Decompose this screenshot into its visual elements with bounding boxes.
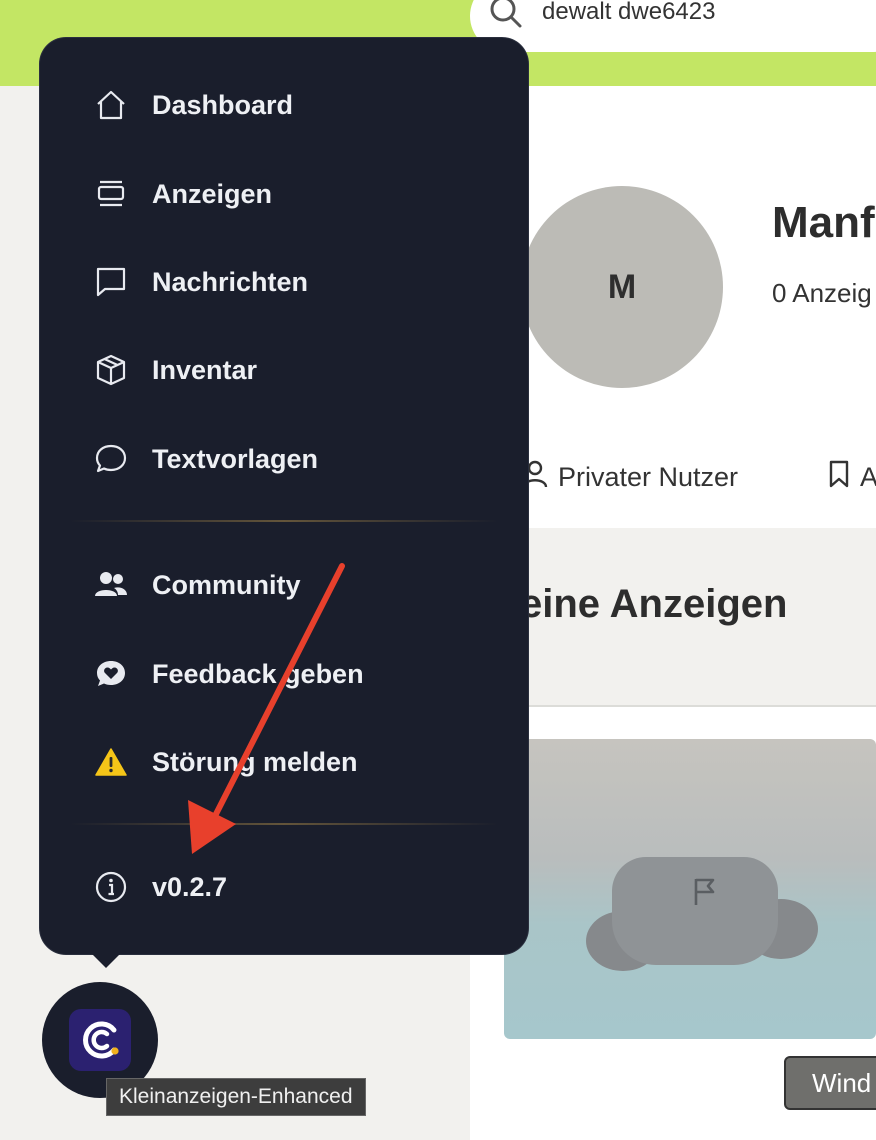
menu-item-label: Dashboard [152,89,294,120]
listing-count: 0 Anzeig [772,278,872,308]
extension-menu: Dashboard Anzeigen Nachrichten Inventar … [40,38,528,954]
menu-item-textvorlagen[interactable]: Textvorlagen [94,434,318,484]
user-type: Privater Nutzer [522,460,738,495]
listings-icon [94,177,128,211]
menu-item-label: Feedback geben [152,658,364,689]
menu-item-label: Community [152,569,301,600]
follow-label: A [860,462,876,492]
menu-separator [70,823,498,825]
user-type-label: Privater Nutzer [558,462,739,492]
avatar: M [521,186,723,388]
search-input[interactable]: dewalt dwe6423 [542,0,715,26]
follow-button[interactable]: A [828,460,876,495]
menu-item-label: Textvorlagen [152,443,319,474]
search-icon [488,0,524,37]
message-icon [94,265,128,299]
menu-item-label: Anzeigen [152,178,273,209]
menu-item-feedback[interactable]: Feedback geben [94,649,364,699]
users-icon [94,568,128,602]
menu-item-label: v0.2.7 [152,871,228,902]
section-title: eine Anzeigen [520,582,788,626]
menu-item-community[interactable]: Community [94,560,301,610]
menu-item-label: Nachrichten [152,266,309,297]
listing-button[interactable]: Wind [784,1056,876,1110]
menu-item-nachrichten[interactable]: Nachrichten [94,257,308,307]
profile-name: Manf [772,198,875,247]
menu-item-label: Störung melden [152,746,358,777]
menu-caret [90,952,122,968]
listing-image[interactable] [504,739,876,1039]
info-icon [94,870,128,904]
warning-icon [94,745,128,779]
box-icon [94,353,128,387]
divider [504,705,876,707]
heart-bubble-icon [94,657,128,691]
menu-item-version[interactable]: v0.2.7 [94,862,227,912]
menu-separator [70,520,498,522]
menu-item-anzeigen[interactable]: Anzeigen [94,169,272,219]
extension-tooltip: Kleinanzeigen-Enhanced [106,1078,366,1116]
menu-item-label: Inventar [152,354,258,385]
home-icon [94,88,128,122]
chat-bubble-icon [94,442,128,476]
menu-item-dashboard[interactable]: Dashboard [94,80,293,130]
menu-item-stoerung[interactable]: Störung melden [94,737,358,787]
bookmark-icon [828,460,850,495]
search-bar[interactable]: dewalt dwe6423 [470,0,876,52]
extension-logo-icon [69,1009,131,1071]
menu-item-inventar[interactable]: Inventar [94,345,257,395]
flag-icon[interactable] [692,877,718,912]
